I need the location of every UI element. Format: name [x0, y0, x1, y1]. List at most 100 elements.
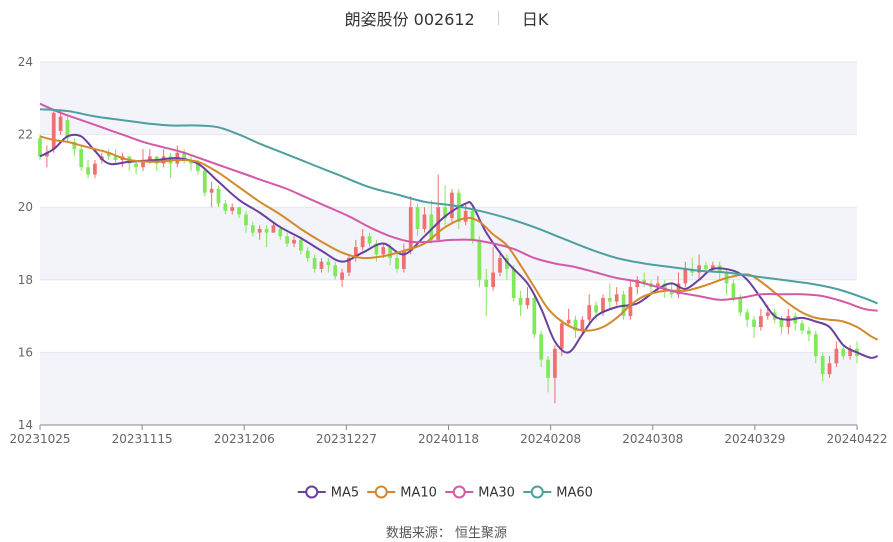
- x-tick-label: 20231206: [214, 432, 275, 446]
- candle-body: [312, 258, 317, 269]
- chart-root: 朗姿股份 002612 日K 14 16 18 20 22 24 20231025 2023…: [0, 0, 893, 542]
- candle-body: [93, 163, 97, 175]
- candle-body: [271, 225, 276, 233]
- candle-body: [367, 236, 372, 244]
- x-tick-label: 20240422: [826, 432, 887, 446]
- legend-marker-ma60: [530, 485, 544, 499]
- candle-body: [683, 268, 688, 284]
- candle-body: [250, 225, 255, 233]
- candle-body: [800, 323, 804, 331]
- candle-body: [285, 236, 290, 244]
- background-band: [40, 62, 857, 135]
- candle-body: [305, 250, 310, 259]
- x-tick-label: 20231025: [9, 432, 70, 446]
- candle-body: [79, 149, 84, 168]
- candle-body: [202, 170, 207, 193]
- x-tick-label: 20240329: [724, 432, 785, 446]
- candle-body: [209, 189, 214, 193]
- candle-body: [264, 228, 269, 233]
- x-tick-label: 20240118: [418, 432, 479, 446]
- background-band: [40, 352, 857, 425]
- candle-body: [38, 138, 42, 157]
- candle-body: [395, 258, 399, 269]
- candle-body: [484, 279, 489, 288]
- candle-body: [786, 316, 791, 327]
- candle-body: [381, 247, 386, 255]
- candle-body: [244, 214, 248, 226]
- candle-body: [566, 319, 571, 324]
- candle-body: [587, 305, 592, 320]
- candle-body: [491, 272, 495, 288]
- candle-body: [498, 258, 502, 273]
- candle-body: [326, 261, 331, 266]
- y-tick-label: 20: [18, 200, 33, 214]
- legend-marker-ma10: [374, 485, 388, 499]
- candle-body: [86, 167, 90, 175]
- candle-body: [237, 207, 241, 215]
- candle-body: [477, 239, 482, 280]
- x-tick-label: 20231227: [316, 432, 377, 446]
- y-tick-label: 14: [18, 418, 33, 432]
- candle-body: [134, 163, 138, 168]
- y-tick-label: 16: [18, 345, 33, 359]
- x-tick-label: 20231115: [112, 432, 173, 446]
- candle-body: [841, 348, 846, 357]
- candle-body: [759, 316, 763, 327]
- candle-body: [340, 272, 344, 280]
- background-band: [40, 207, 857, 280]
- candle-body: [278, 228, 283, 237]
- candle-body: [319, 261, 324, 269]
- candle-body: [257, 228, 262, 233]
- candle-body: [422, 214, 427, 229]
- candle-body: [614, 294, 619, 302]
- legend-marker-ma30: [452, 485, 466, 499]
- candle-body: [765, 312, 770, 317]
- candle-body: [223, 203, 228, 211]
- candle-body: [807, 330, 811, 335]
- candle-body: [58, 116, 63, 131]
- candle-body: [230, 207, 235, 211]
- x-tick-label: 20240308: [622, 432, 683, 446]
- candle-body: [525, 297, 530, 306]
- candle-body: [594, 305, 598, 313]
- data-source-note: 数据来源： 恒生聚源: [385, 526, 508, 541]
- plot-background-bands: [40, 62, 857, 425]
- candle-body: [546, 359, 550, 378]
- y-axis: 14 16 18 20 22 24: [18, 55, 33, 432]
- candle-body: [333, 265, 338, 277]
- candlestick-chart: 141618202224 20231025 20231115 20231206 202…: [9, 55, 888, 501]
- candle-body: [628, 287, 633, 317]
- candle-body: [731, 283, 736, 298]
- candle-body: [539, 334, 544, 360]
- legend-label-ma5: MA5: [331, 486, 359, 501]
- candle-body: [518, 297, 523, 306]
- candle-body: [580, 319, 585, 331]
- candle-body: [532, 297, 537, 335]
- x-axis: 20231025 20231115 20231206 20231227 20240118…: [9, 424, 888, 446]
- y-tick-label: 18: [18, 273, 33, 287]
- legend-label-ma10: MA10: [400, 486, 437, 501]
- candle-body: [752, 319, 756, 327]
- legend-label-ma30: MA30: [478, 486, 515, 501]
- candle-body: [559, 323, 564, 349]
- candle-body: [415, 207, 420, 229]
- candle-body: [779, 319, 784, 327]
- candle-body: [470, 210, 475, 240]
- candle-body: [51, 112, 56, 150]
- candle-body: [553, 348, 557, 378]
- candle-body: [601, 297, 605, 313]
- candle-body: [813, 334, 818, 357]
- candle-body: [834, 348, 839, 364]
- candle-body: [299, 239, 303, 251]
- candle-body: [511, 268, 516, 298]
- y-tick-label: 22: [18, 128, 33, 142]
- candle-body: [408, 207, 413, 251]
- candle-body: [820, 356, 825, 375]
- y-tick-label: 24: [18, 55, 33, 69]
- legend: MA5 MA10 MA30 MA60: [297, 485, 593, 501]
- candle-body: [704, 265, 708, 269]
- legend-marker-ma5: [305, 485, 319, 499]
- candle-body: [827, 363, 832, 375]
- candle-body: [738, 297, 743, 313]
- candle-body: [607, 297, 612, 302]
